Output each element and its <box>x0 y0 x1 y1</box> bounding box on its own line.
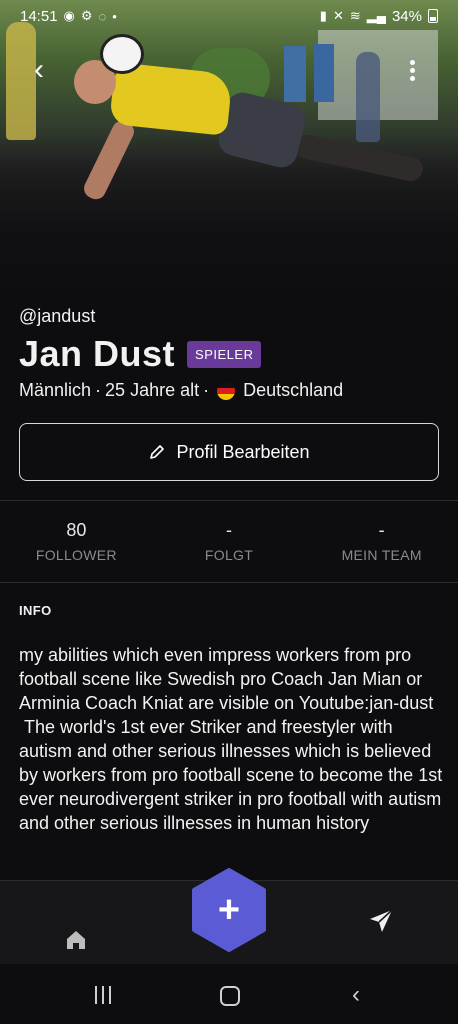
edit-profile-label: Profil Bearbeiten <box>176 441 310 462</box>
battery-percent: 34% <box>391 7 422 25</box>
plus-icon: + <box>217 888 241 931</box>
settings-icon: ⚙ <box>80 8 93 23</box>
send-icon[interactable] <box>368 908 394 934</box>
status-time: 14:51 <box>20 7 58 25</box>
meta-separator: · <box>203 380 210 400</box>
divider <box>0 500 458 501</box>
system-back-icon[interactable]: ‹ <box>352 983 368 1007</box>
stats-row: 80 FOLLOWER - FOLGT - MEIN TEAM <box>0 502 458 580</box>
stat-following[interactable]: - FOLGT <box>153 502 306 580</box>
meta-separator: · <box>95 380 102 400</box>
gender-text: Männlich <box>19 380 92 400</box>
football <box>100 34 144 74</box>
notification-icon: ◉ <box>63 8 75 23</box>
add-button[interactable]: + <box>191 868 267 952</box>
whatsapp-icon: ◌ <box>98 8 107 24</box>
wifi-icon: ≋ <box>349 8 361 23</box>
background-sign <box>314 44 334 102</box>
stat-label: FOLLOWER <box>35 546 117 563</box>
divider <box>0 582 458 583</box>
info-heading: INFO <box>19 603 52 618</box>
profile-name: Jan Dust <box>19 333 176 374</box>
stat-value: 80 <box>66 519 87 540</box>
info-text: my abilities which even impress workers … <box>19 645 443 833</box>
stat-label: FOLGT <box>204 546 254 563</box>
stat-my-team[interactable]: - MEIN TEAM <box>305 502 458 580</box>
profile-handle: @jandust <box>19 306 96 326</box>
more-vertical-icon[interactable] <box>402 58 422 86</box>
stat-label: MEIN TEAM <box>341 546 422 563</box>
background-sign <box>284 46 306 102</box>
pencil-icon <box>148 443 166 461</box>
player-arm <box>80 117 138 203</box>
back-arrow-icon[interactable]: ‹ <box>34 55 62 86</box>
age-text: 25 Jahre alt <box>105 380 200 400</box>
profile-meta: Männlich · 25 Jahre alt · Deutschland <box>19 380 343 401</box>
stat-value: - <box>378 519 385 540</box>
recent-apps-icon[interactable] <box>92 986 114 1004</box>
profile-cover-photo <box>0 0 458 300</box>
mute-icon: ✕ <box>332 8 344 23</box>
background-person <box>356 52 380 142</box>
stat-value: - <box>226 519 232 540</box>
role-badge: SPIELER <box>187 340 262 368</box>
stat-followers[interactable]: 80 FOLLOWER <box>0 502 153 580</box>
battery-saver-icon: ▮ <box>319 8 327 23</box>
country-text: Deutschland <box>243 380 344 400</box>
battery-icon <box>428 9 438 23</box>
name-row: Jan Dust SPIELER <box>19 333 262 375</box>
home-icon[interactable] <box>64 928 88 952</box>
edit-profile-button[interactable]: Profil Bearbeiten <box>19 423 439 481</box>
status-bar: 14:51 ◉ ⚙ ◌ • ▮ ✕ ≋ ▂▄ 34% <box>0 0 458 32</box>
signal-icon: ▂▄ <box>366 8 386 23</box>
system-home-icon[interactable] <box>220 986 240 1006</box>
dot-icon: • <box>112 8 117 24</box>
background-person <box>6 22 36 140</box>
germany-flag-icon <box>217 381 236 400</box>
